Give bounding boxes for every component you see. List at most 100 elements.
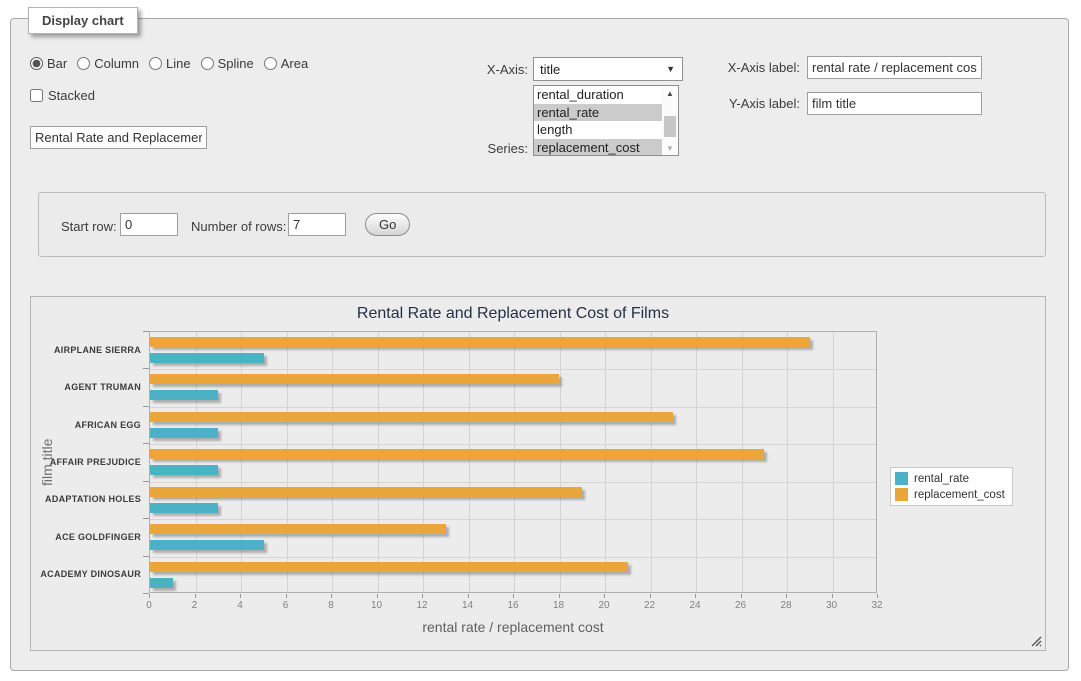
chart-type-label-spline: Spline: [218, 56, 254, 71]
x-axis-tick: [240, 594, 241, 598]
x-axis-tick-label: 24: [680, 600, 710, 611]
scrollbar-down-arrow-icon[interactable]: ▼: [662, 141, 678, 155]
chart-type-radio-area[interactable]: [264, 57, 277, 70]
x-axis-title: rental rate / replacement cost: [149, 619, 877, 635]
radio-item-line: Line: [149, 56, 191, 71]
horizontal-gridline: [150, 369, 876, 370]
series-list-scrollbar[interactable]: ▲ ▼: [662, 86, 678, 155]
chart-type-radio-bar[interactable]: [30, 57, 43, 70]
vertical-gridline: [742, 332, 743, 592]
series-select-label: Series:: [430, 141, 528, 156]
vertical-gridline: [833, 332, 834, 592]
radio-item-column: Column: [77, 56, 139, 71]
vertical-gridline: [287, 332, 288, 592]
x-axis-tick-label: 32: [862, 600, 892, 611]
start-row-input[interactable]: [120, 213, 178, 236]
chart-title: Rental Rate and Replacement Cost of Film…: [149, 305, 877, 323]
vertical-gridline: [196, 332, 197, 592]
x-axis-tick: [513, 594, 514, 598]
series-option-replacement-cost[interactable]: replacement_cost: [534, 139, 662, 157]
fieldset-legend: Display chart: [28, 7, 138, 34]
chart-type-radio-line[interactable]: [149, 57, 162, 70]
stacked-row: Stacked: [30, 88, 95, 103]
go-button[interactable]: Go: [365, 213, 410, 236]
x-axis-tick-label: 26: [726, 600, 756, 611]
chart-type-radio-column[interactable]: [77, 57, 90, 70]
bar-rental_rate: [150, 465, 218, 475]
x-axis-tick: [650, 594, 651, 598]
x-axis-tick: [331, 594, 332, 598]
x-axis-tick-label: 18: [544, 600, 574, 611]
category-label: ADAPTATION HOLES: [31, 494, 141, 504]
bar-rental_rate: [150, 540, 264, 550]
stacked-checkbox[interactable]: [30, 89, 43, 102]
x-axis-tick-label: 0: [134, 600, 164, 611]
vertical-gridline: [560, 332, 561, 592]
horizontal-gridline: [150, 557, 876, 558]
bar-rental_rate: [150, 390, 218, 400]
y-axis-label-input[interactable]: [807, 92, 982, 115]
plot-area: [149, 331, 877, 593]
horizontal-gridline: [150, 519, 876, 520]
series-multiselect[interactable]: rental_duration rental_rate length repla…: [533, 85, 679, 156]
legend-swatch: [895, 472, 908, 485]
series-option-rental-duration[interactable]: rental_duration: [534, 86, 662, 104]
category-label: AFRICAN EGG: [31, 420, 141, 430]
vertical-gridline: [696, 332, 697, 592]
y-axis-tick: [143, 368, 149, 369]
number-of-rows-input[interactable]: [288, 213, 346, 236]
x-axis-tick: [195, 594, 196, 598]
select-dropdown-arrow-icon: ▼: [666, 64, 675, 74]
bar-replacement_cost: [150, 449, 764, 459]
vertical-gridline: [514, 332, 515, 592]
chart-container: Rental Rate and Replacement Cost of Film…: [30, 296, 1046, 651]
series-option-rental-rate[interactable]: rental_rate: [534, 104, 662, 122]
vertical-gridline: [378, 332, 379, 592]
bar-rental_rate: [150, 578, 173, 588]
y-axis-tick: [143, 331, 149, 332]
series-option-length[interactable]: length: [534, 121, 662, 139]
x-axis-tick-label: 10: [362, 600, 392, 611]
y-axis-tick: [143, 556, 149, 557]
x-axis-tick: [786, 594, 787, 598]
chart-type-label-column: Column: [94, 56, 139, 71]
x-axis-select-label: X-Axis:: [430, 62, 528, 77]
scrollbar-thumb[interactable]: [664, 116, 676, 137]
bar-replacement_cost: [150, 487, 582, 497]
x-axis-tick: [468, 594, 469, 598]
x-axis-tick: [559, 594, 560, 598]
scrollbar-up-arrow-icon[interactable]: ▲: [662, 86, 678, 100]
x-axis-tick: [286, 594, 287, 598]
number-of-rows-label: Number of rows:: [191, 219, 286, 234]
horizontal-gridline: [150, 407, 876, 408]
x-axis-tick-label: 16: [498, 600, 528, 611]
legend-row: replacement_cost: [895, 488, 1005, 501]
x-axis-tick-label: 4: [225, 600, 255, 611]
chart-type-radio-spline[interactable]: [201, 57, 214, 70]
category-label: AFFAIR PREJUDICE: [31, 457, 141, 467]
x-axis-label-input[interactable]: [807, 56, 982, 79]
bar-rental_rate: [150, 353, 264, 363]
bar-replacement_cost: [150, 562, 628, 572]
x-axis-tick-label: 20: [589, 600, 619, 611]
radio-item-bar: Bar: [30, 56, 67, 71]
bar-rental_rate: [150, 428, 218, 438]
vertical-gridline: [787, 332, 788, 592]
bar-replacement_cost: [150, 524, 446, 534]
chart-title-input[interactable]: [30, 126, 207, 149]
x-axis-tick-label: 2: [180, 600, 210, 611]
x-axis-tick: [695, 594, 696, 598]
x-axis-select[interactable]: title ▼: [533, 57, 683, 81]
start-row-label: Start row:: [61, 219, 117, 234]
legend-label: replacement_cost: [914, 489, 1005, 501]
x-axis-tick-label: 6: [271, 600, 301, 611]
horizontal-gridline: [150, 444, 876, 445]
x-axis-tick-label: 22: [635, 600, 665, 611]
page: Display chart Bar Column Line Spline Are…: [0, 0, 1081, 681]
y-axis-tick: [143, 481, 149, 482]
bar-rental_rate: [150, 503, 218, 513]
legend-swatch: [895, 488, 908, 501]
chart-legend: rental_ratereplacement_cost: [890, 467, 1013, 506]
resize-handle-icon[interactable]: [1030, 635, 1042, 647]
bar-replacement_cost: [150, 374, 559, 384]
